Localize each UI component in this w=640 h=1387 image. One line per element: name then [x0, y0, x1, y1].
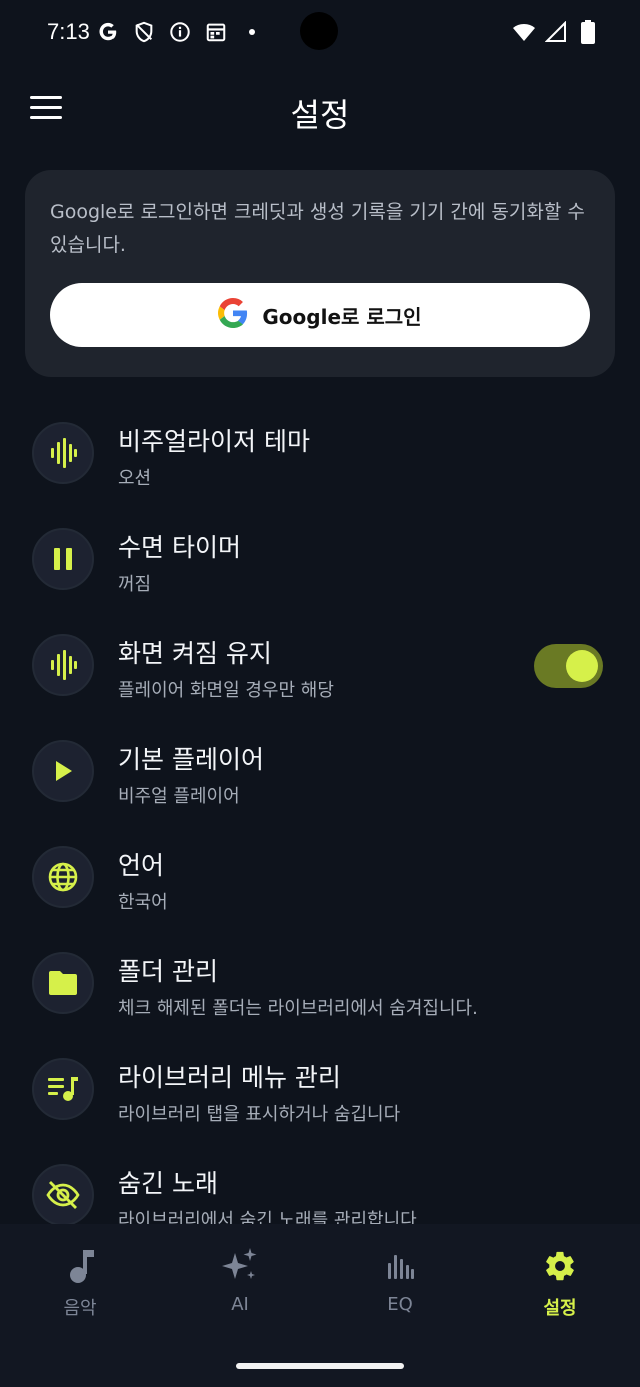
- shield-icon: [132, 20, 156, 44]
- nav-tab-music[interactable]: 음악: [20, 1246, 140, 1326]
- setting-title: 라이브러리 메뉴 관리: [118, 1063, 341, 1092]
- battery-icon: [576, 20, 600, 44]
- setting-title: 수면 타이머: [118, 533, 241, 562]
- sparkles-icon: [220, 1246, 260, 1286]
- wifi-icon: [512, 20, 536, 44]
- front-camera: [300, 12, 338, 50]
- setting-title: 기본 플레이어: [118, 745, 264, 774]
- setting-library-menu[interactable]: 라이브러리 메뉴 관리 라이브러리 탭을 표시하거나 숨깁니다: [0, 1036, 640, 1142]
- status-notification-icons: [96, 20, 264, 44]
- google-signin-label: Google로 로그인: [262, 304, 422, 329]
- google-logo-icon: [218, 298, 248, 332]
- setting-title: 언어: [118, 851, 165, 880]
- google-signin-button[interactable]: Google로 로그인: [50, 283, 590, 347]
- playlist-music-icon: [32, 1058, 94, 1120]
- status-system-icons: [512, 20, 600, 44]
- status-time: 7:13: [47, 19, 90, 44]
- google-notification-icon: [96, 20, 120, 44]
- nav-tab-eq[interactable]: EQ: [340, 1246, 460, 1326]
- music-note-icon: [60, 1246, 100, 1286]
- google-signin-card: Google로 로그인하면 크레딧과 생성 기록을 기기 간에 동기화할 수 있…: [25, 170, 615, 377]
- toggle-knob: [566, 650, 598, 682]
- setting-title: 화면 켜짐 유지: [118, 639, 272, 668]
- visualizer-bars-icon: [32, 634, 94, 696]
- status-bar: 7:13: [0, 0, 640, 66]
- setting-subtitle: 비주얼 플레이어: [118, 786, 240, 807]
- signin-description: Google로 로그인하면 크레딧과 생성 기록을 기기 간에 동기화할 수 있…: [50, 201, 585, 256]
- pause-icon: [32, 528, 94, 590]
- setting-subtitle: 꺼짐: [118, 574, 152, 595]
- setting-subtitle: 플레이어 화면일 경우만 해당: [118, 680, 334, 701]
- home-indicator[interactable]: [236, 1363, 404, 1369]
- setting-visualizer-theme[interactable]: 비주얼라이저 테마 오션: [0, 400, 640, 506]
- setting-subtitle: 한국어: [118, 892, 168, 913]
- visualizer-bars-icon: [32, 422, 94, 484]
- setting-title: 폴더 관리: [118, 957, 218, 986]
- nav-label: 음악: [63, 1298, 97, 1319]
- setting-subtitle: 오션: [118, 468, 152, 489]
- setting-default-player[interactable]: 기본 플레이어 비주얼 플레이어: [0, 718, 640, 824]
- play-icon: [32, 740, 94, 802]
- equalizer-icon: [380, 1246, 420, 1286]
- setting-language[interactable]: 언어 한국어: [0, 824, 640, 930]
- setting-folder-management[interactable]: 폴더 관리 체크 해제된 폴더는 라이브러리에서 숨겨집니다.: [0, 930, 640, 1036]
- globe-icon: [32, 846, 94, 908]
- info-icon: [168, 20, 192, 44]
- setting-title: 비주얼라이저 테마: [118, 427, 310, 456]
- calendar-icon: [204, 20, 228, 44]
- cell-signal-icon: [544, 20, 568, 44]
- setting-subtitle: 라이브러리에서 숨긴 노래를 관리합니다: [118, 1210, 417, 1224]
- eye-off-icon: [32, 1164, 94, 1224]
- settings-screen: 7:13 설정 Google로 로그인하면 크레딧과 생성 기록을 기기 간에 …: [0, 0, 640, 1387]
- nav-tab-ai[interactable]: AI: [180, 1246, 300, 1326]
- setting-title: 숨긴 노래: [118, 1169, 218, 1198]
- setting-hidden-songs[interactable]: 숨긴 노래 라이브러리에서 숨긴 노래를 관리합니다: [0, 1142, 640, 1224]
- setting-subtitle: 체크 해제된 폴더는 라이브러리에서 숨겨집니다.: [118, 998, 478, 1019]
- nav-label: 설정: [543, 1298, 577, 1319]
- notification-dot-icon: [240, 20, 264, 44]
- gear-icon: [540, 1246, 580, 1286]
- nav-label: EQ: [387, 1294, 413, 1315]
- keep-screen-on-toggle[interactable]: [534, 644, 603, 688]
- setting-subtitle: 라이브러리 탭을 표시하거나 숨깁니다: [118, 1104, 401, 1125]
- app-bar: 설정: [0, 78, 640, 144]
- nav-tab-settings[interactable]: 설정: [500, 1246, 620, 1326]
- setting-sleep-timer[interactable]: 수면 타이머 꺼짐: [0, 506, 640, 612]
- nav-label: AI: [231, 1294, 249, 1315]
- settings-list[interactable]: 비주얼라이저 테마 오션 수면 타이머 꺼짐 화면 켜짐 유지 플레이어 화면일…: [0, 400, 640, 1224]
- folder-icon: [32, 952, 94, 1014]
- page-title: 설정: [290, 96, 350, 134]
